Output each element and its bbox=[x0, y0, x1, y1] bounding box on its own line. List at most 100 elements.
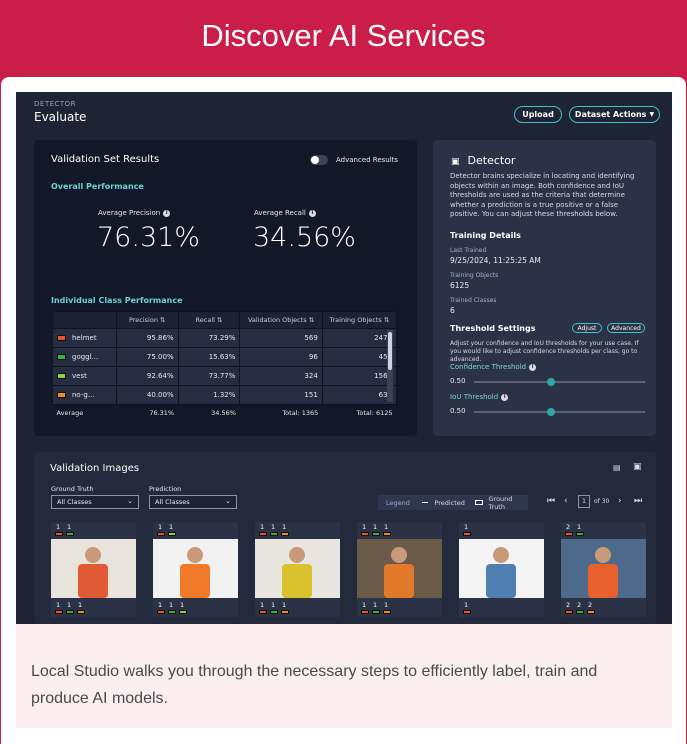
bottom-count: 1 bbox=[282, 601, 287, 609]
prediction-filter-label: Prediction bbox=[149, 485, 182, 493]
info-icon[interactable]: i bbox=[529, 363, 537, 371]
advanced-button[interactable]: Advanced bbox=[607, 323, 645, 333]
average-row: Average 76.31% 34.56% Total: 1365 Total: 612… bbox=[52, 404, 397, 421]
bottom-count: 1 bbox=[67, 601, 72, 609]
iou-threshold-handle[interactable] bbox=[546, 408, 555, 416]
fullscreen-icon[interactable]: ▣ bbox=[633, 462, 642, 472]
iou-threshold-slider[interactable] bbox=[474, 408, 645, 416]
list-view-icon[interactable]: ▤ bbox=[613, 463, 621, 472]
table-row[interactable]: no-g... 40.00% 1.32% 151 631 bbox=[52, 385, 398, 405]
trained-classes-value: 6 bbox=[450, 306, 455, 315]
last-page-icon[interactable]: ⏭ bbox=[634, 496, 642, 506]
class-bar bbox=[55, 610, 63, 614]
class-bar bbox=[66, 532, 74, 536]
sort-validation-objects-header[interactable]: Validation Objects ⇅ bbox=[239, 311, 323, 329]
class-bar bbox=[463, 532, 471, 536]
class-bar bbox=[372, 532, 380, 536]
class-bar bbox=[565, 610, 573, 614]
previous-page-icon[interactable]: ‹ bbox=[564, 496, 568, 506]
validation-image-thumbnail[interactable]: 11 bbox=[459, 522, 544, 617]
ground-truth-select[interactable]: All Classes ⌄ bbox=[51, 495, 139, 509]
bottom-count: 1 bbox=[464, 601, 469, 609]
sort-precision-header[interactable]: Precision ⇅ bbox=[115, 311, 179, 329]
validation-image bbox=[357, 539, 442, 598]
class-bar bbox=[372, 610, 380, 614]
image-figure bbox=[78, 547, 108, 598]
info-icon[interactable]: i bbox=[501, 393, 509, 401]
confidence-threshold-value: 0.50 bbox=[450, 377, 466, 385]
validation-image-thumbnail[interactable]: 21222 bbox=[561, 522, 646, 617]
dataset-actions-button[interactable]: Dataset Actions ▼ bbox=[569, 106, 660, 123]
iou-threshold-value: 0.50 bbox=[450, 407, 466, 415]
class-performance-heading: Individual Class Performance bbox=[51, 296, 183, 305]
chevron-down-icon: ⌄ bbox=[225, 497, 231, 505]
total-training-cell: Total: 6125 bbox=[322, 404, 397, 421]
detector-description: Detector brains specialize in locating a… bbox=[450, 172, 635, 218]
bottom-count: 2 bbox=[566, 601, 571, 609]
top-count: 1 bbox=[577, 523, 582, 531]
sort-recall-header[interactable]: Recall ⇅ bbox=[177, 311, 241, 329]
validation-image-thumbnail[interactable]: 11111 bbox=[51, 522, 136, 617]
class-bar bbox=[281, 610, 289, 614]
class-bar bbox=[66, 610, 74, 614]
class-color-swatch bbox=[57, 335, 66, 341]
class-bar bbox=[576, 532, 584, 536]
threshold-settings-heading: Threshold Settings bbox=[450, 324, 536, 333]
validation-image-thumbnail[interactable]: 111111 bbox=[357, 522, 442, 617]
class-bar bbox=[281, 532, 289, 536]
page-number-input[interactable]: 1 bbox=[578, 495, 590, 508]
confidence-threshold-handle[interactable] bbox=[546, 378, 555, 386]
class-name-cell: vest bbox=[52, 366, 117, 386]
upload-button[interactable]: Upload bbox=[514, 106, 562, 123]
class-bar bbox=[179, 610, 187, 614]
training-objects-cell: 1567 bbox=[321, 366, 398, 386]
bottom-count: 1 bbox=[271, 601, 276, 609]
banner: Discover AI Services bbox=[0, 0, 687, 72]
top-count: 1 bbox=[362, 523, 367, 531]
class-color-swatch bbox=[57, 354, 66, 360]
table-scrollbar[interactable] bbox=[387, 330, 393, 402]
adjust-button[interactable]: Adjust bbox=[572, 323, 602, 333]
recall-cell: 1.32% bbox=[177, 385, 241, 405]
recall-cell: 73.77% bbox=[177, 366, 241, 386]
first-page-icon[interactable]: ⏮ bbox=[547, 496, 555, 506]
class-bar bbox=[587, 610, 595, 614]
bottom-count: 1 bbox=[260, 601, 265, 609]
confidence-threshold-label: Confidence Threshold i bbox=[450, 363, 537, 371]
info-icon[interactable]: i bbox=[308, 209, 316, 217]
bottom-count: 1 bbox=[56, 601, 61, 609]
table-header-name bbox=[52, 311, 117, 329]
table-row[interactable]: goggl... 75.00% 15.63% 96 455 bbox=[52, 347, 398, 367]
table-row[interactable]: helmet 95.86% 73.29% 569 2474 bbox=[52, 328, 398, 348]
detector-icon: ▣ bbox=[451, 157, 460, 167]
training-objects-cell: 2474 bbox=[321, 328, 398, 348]
advanced-results-label: Advanced Results bbox=[336, 156, 399, 164]
top-count: 1 bbox=[169, 523, 174, 531]
validation-image bbox=[51, 539, 136, 598]
training-objects-cell: 631 bbox=[321, 385, 398, 405]
top-count: 1 bbox=[260, 523, 265, 531]
info-icon[interactable]: i bbox=[163, 209, 171, 217]
prediction-select[interactable]: All Classes ⌄ bbox=[149, 495, 237, 509]
recall-cell: 73.29% bbox=[177, 328, 241, 348]
top-count: 2 bbox=[566, 523, 571, 531]
confidence-threshold-slider[interactable] bbox=[474, 378, 645, 386]
validation-image bbox=[255, 539, 340, 598]
image-figure bbox=[384, 547, 414, 598]
validation-image-thumbnail[interactable]: 11111 bbox=[153, 522, 238, 617]
validation-image-thumbnail[interactable]: 111111 bbox=[255, 522, 340, 617]
table-row[interactable]: vest 92.64% 73.77% 324 1567 bbox=[52, 366, 398, 386]
class-bar bbox=[463, 610, 471, 614]
legend-label: Legend bbox=[386, 498, 410, 507]
sort-training-objects-header[interactable]: Training Objects ⇅ bbox=[321, 311, 398, 329]
top-count: 1 bbox=[373, 523, 378, 531]
threshold-help-text: Adjust your confidence and IoU threshold… bbox=[450, 340, 639, 363]
bottom-count: 1 bbox=[158, 601, 163, 609]
next-page-icon[interactable]: › bbox=[618, 496, 622, 506]
class-bar bbox=[259, 532, 267, 536]
recall-cell: 15.63% bbox=[177, 347, 241, 367]
legend-ground-truth: Ground Truth bbox=[488, 494, 513, 511]
advanced-results-toggle[interactable] bbox=[310, 155, 328, 165]
precision-cell: 92.64% bbox=[115, 366, 179, 386]
class-bar bbox=[383, 610, 391, 614]
